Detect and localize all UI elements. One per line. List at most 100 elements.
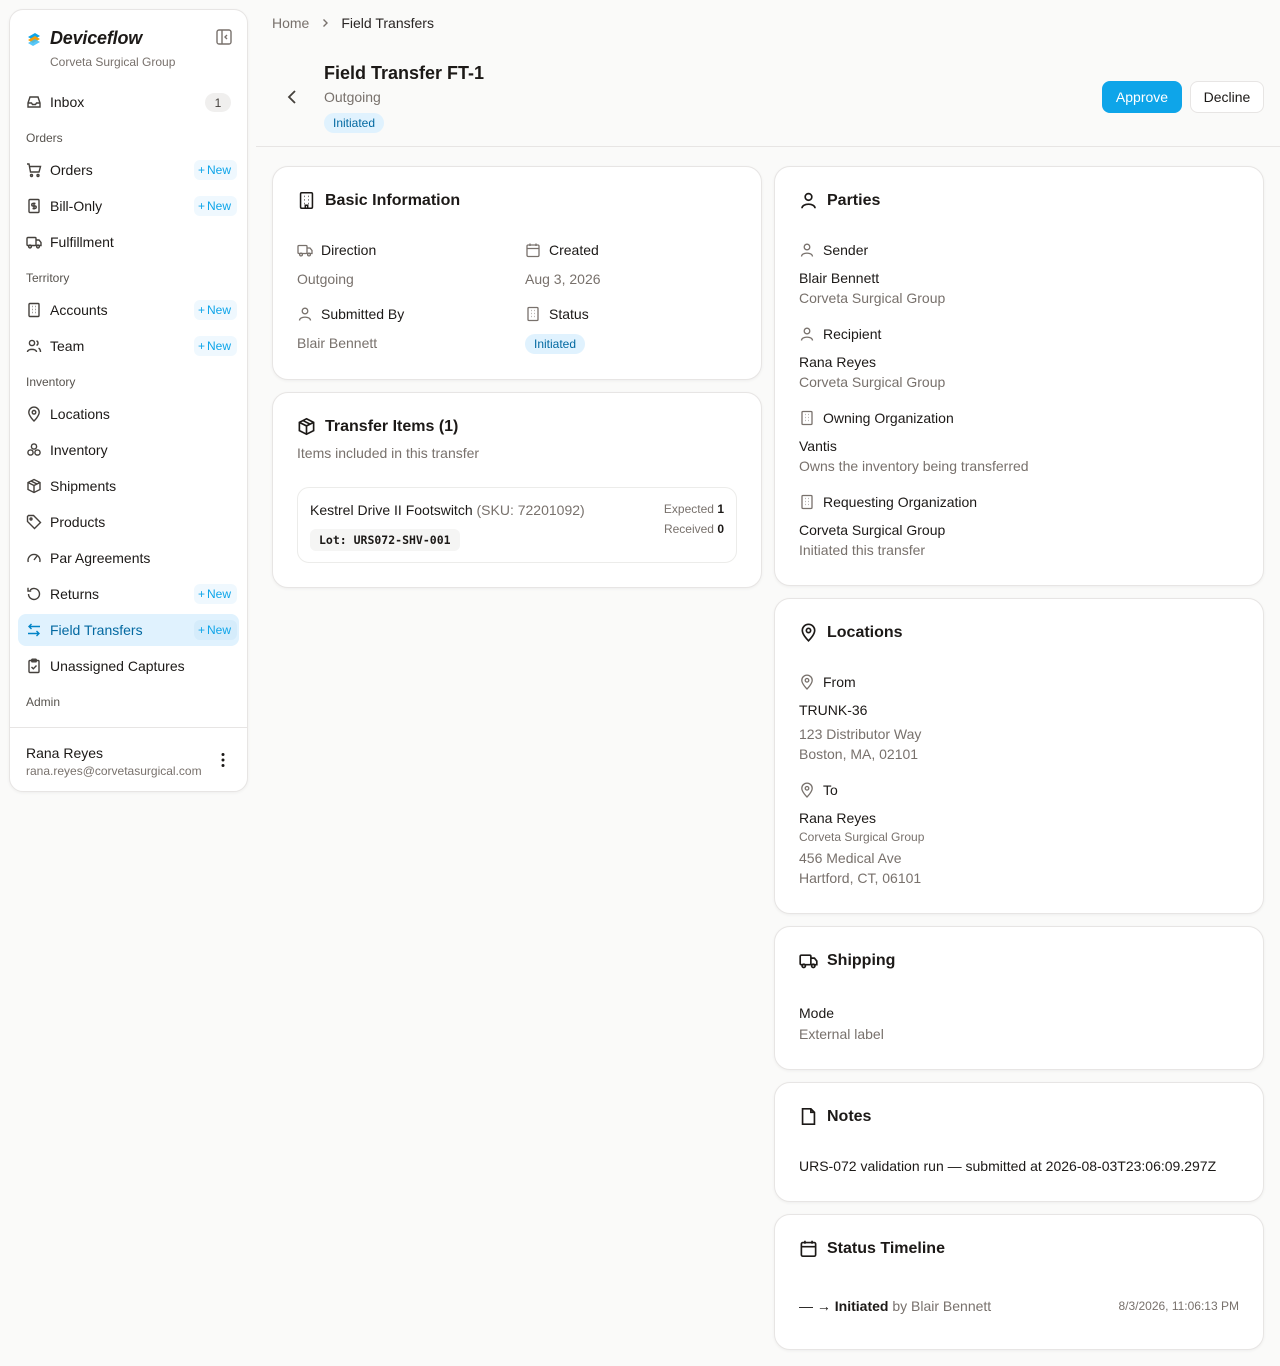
status-badge: Initiated <box>324 113 385 133</box>
sender-org: Corveta Surgical Group <box>799 290 946 306</box>
sidebar-item-label: Field Transfers <box>50 622 143 638</box>
submitted-by-value: Blair Bennett <box>297 335 378 351</box>
sidebar-item-accounts[interactable]: Accounts + New <box>18 294 239 326</box>
sidebar-item-label: Inventory <box>50 442 108 458</box>
header-divider <box>256 146 1280 147</box>
chevron-left-icon <box>280 85 304 109</box>
sidebar-item-inbox[interactable]: Inbox 1 <box>18 86 239 118</box>
app-name: Deviceflow <box>50 28 143 48</box>
sidebar-item-unassigned-captures[interactable]: Unassigned Captures <box>18 650 239 682</box>
basic-info-card: Basic Information Direction Outgoing Cre… <box>272 166 762 380</box>
more-vertical-icon[interactable] <box>215 751 231 769</box>
sender-label: Sender <box>799 242 868 258</box>
sidebar-item-fulfillment[interactable]: Fulfillment <box>18 226 239 258</box>
timeline-timestamp: 8/3/2026, 11:06:13 PM <box>1118 1299 1239 1313</box>
user-profile[interactable]: Rana Reyes rana.reyes@corvetasurgical.co… <box>10 727 247 792</box>
sender-name: Blair Bennett <box>799 270 880 286</box>
breadcrumb-home[interactable]: Home <box>272 15 309 31</box>
user-icon <box>799 326 815 342</box>
new-field-transfer-button[interactable]: + New <box>193 620 237 640</box>
breadcrumb: Home Field Transfers <box>272 15 434 31</box>
plus-icon: + <box>197 623 205 637</box>
timeline-entry: — → Initiated by Blair Bennett <box>799 1298 991 1314</box>
map-pin-icon <box>799 623 818 642</box>
sidebar-item-label: Inbox <box>50 94 85 110</box>
sidebar-item-label: Par Agreements <box>50 550 151 566</box>
new-order-button[interactable]: + New <box>193 160 237 180</box>
package-icon <box>297 417 316 436</box>
new-return-button[interactable]: + New <box>193 584 237 604</box>
new-team-button[interactable]: + New <box>193 336 237 356</box>
transfer-item[interactable]: Kestrel Drive II Footswitch (SKU: 722010… <box>297 487 737 563</box>
users-icon <box>26 338 42 354</box>
sidebar-item-shipments[interactable]: Shipments <box>18 470 239 502</box>
org-name: Corveta Surgical Group <box>50 55 176 69</box>
from-label: From <box>799 674 856 690</box>
owning-org-label: Owning Organization <box>799 410 954 426</box>
recipient-label: Recipient <box>799 326 881 342</box>
sidebar-item-label: Unassigned Captures <box>50 658 185 674</box>
sidebar-item-label: Orders <box>50 162 93 178</box>
sidebar-item-label: Bill-Only <box>50 198 103 214</box>
status-label: Status <box>525 306 589 322</box>
plus-icon: + <box>197 303 205 317</box>
section-territory: Territory <box>26 271 70 285</box>
clipboard-check-icon <box>26 658 42 674</box>
parties-card: Parties Sender Blair Bennett Corveta Sur… <box>774 166 1264 586</box>
sidebar-item-label: Locations <box>50 406 110 422</box>
sidebar-item-label: Shipments <box>50 478 117 494</box>
plus-icon: + <box>197 587 205 601</box>
sidebar-item-field-transfers[interactable]: Field Transfers + New <box>18 614 239 646</box>
card-title: Locations <box>799 623 903 642</box>
page-title: Field Transfer FT-1 <box>324 63 485 83</box>
status-timeline-card: Status Timeline — → Initiated by Blair B… <box>774 1214 1264 1350</box>
sidebar-item-team[interactable]: Team + New <box>18 330 239 362</box>
tag-icon <box>26 514 42 530</box>
brand[interactable]: Deviceflow <box>26 28 142 49</box>
status-badge: Initiated <box>525 334 586 354</box>
sidebar-item-returns[interactable]: Returns + New <box>18 578 239 610</box>
inbox-count-badge: 1 <box>205 93 231 112</box>
shipping-mode-value: External label <box>799 1026 884 1042</box>
sidebar-item-label: Products <box>50 514 106 530</box>
sidebar-item-bill-only[interactable]: Bill-Only + New <box>18 190 239 222</box>
back-button[interactable] <box>280 85 304 109</box>
recipient-org: Corveta Surgical Group <box>799 374 946 390</box>
new-bill-only-button[interactable]: + New <box>193 196 237 216</box>
new-account-button[interactable]: + New <box>193 300 237 320</box>
direction-value: Outgoing <box>297 271 354 287</box>
package-icon <box>26 478 42 494</box>
item-lot: Lot: URS072-SHV-001 <box>310 529 460 551</box>
from-address-line1: 123 Distributor Way <box>799 726 922 742</box>
plus-icon: + <box>197 199 205 213</box>
shipping-card: Shipping Mode External label <box>774 926 1264 1070</box>
plus-icon: + <box>197 339 205 353</box>
sidebar-collapse-icon[interactable] <box>215 28 235 48</box>
decline-button[interactable]: Decline <box>1190 81 1264 113</box>
sidebar-item-orders[interactable]: Orders + New <box>18 154 239 186</box>
card-title: Basic Information <box>297 191 460 210</box>
requesting-org-name: Corveta Surgical Group <box>799 522 946 538</box>
to-address-line2: Hartford, CT, 06101 <box>799 870 922 886</box>
created-value: Aug 3, 2026 <box>525 271 601 287</box>
sidebar-item-par-agreements[interactable]: Par Agreements <box>18 542 239 574</box>
card-title: Parties <box>799 191 880 210</box>
sidebar-item-products[interactable]: Products <box>18 506 239 538</box>
sidebar-item-label: Returns <box>50 586 100 602</box>
arrows-left-right-icon <box>26 622 42 638</box>
building-icon <box>799 494 815 510</box>
sidebar-item-locations[interactable]: Locations <box>18 398 239 430</box>
deviceflow-logo-icon <box>26 31 42 47</box>
item-expected: Expected 1 <box>663 502 724 516</box>
boxes-icon <box>26 442 42 458</box>
transfer-items-subtitle: Items included in this transfer <box>297 445 480 461</box>
plus-icon: + <box>197 163 205 177</box>
approve-button[interactable]: Approve <box>1102 81 1182 113</box>
section-admin: Admin <box>26 695 61 709</box>
requesting-org-label: Requesting Organization <box>799 494 977 510</box>
created-label: Created <box>525 242 599 258</box>
inbox-icon <box>26 94 42 110</box>
sidebar-item-inventory[interactable]: Inventory <box>18 434 239 466</box>
item-received: Received 0 <box>663 522 724 536</box>
building-icon <box>525 306 541 322</box>
